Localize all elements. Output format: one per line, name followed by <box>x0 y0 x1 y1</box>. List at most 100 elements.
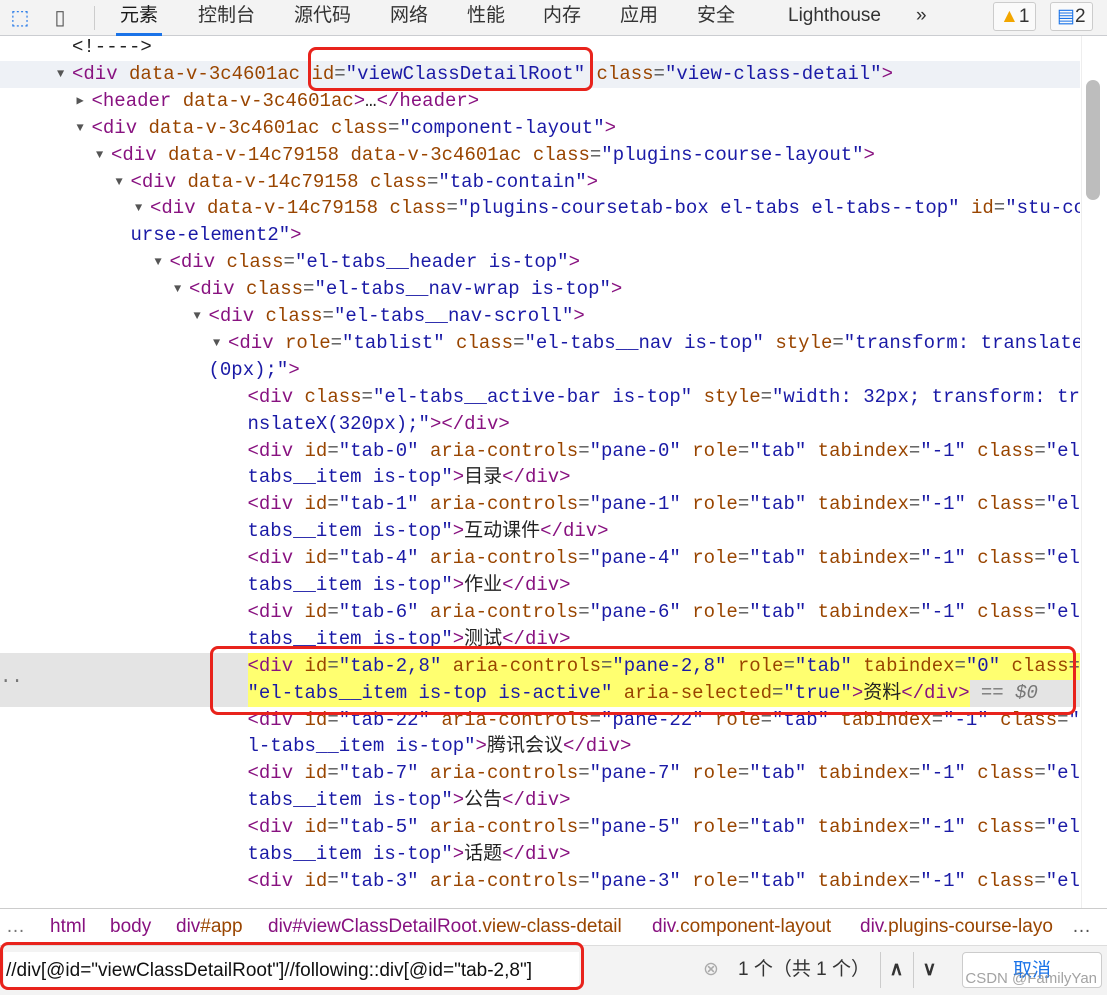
elements-tree[interactable]: <!----> ▼ <div data-v-3c4601ac id="viewCla… <box>0 36 1080 908</box>
markup-token: "tab-contain" <box>438 170 587 193</box>
breadcrumb-scroll-left[interactable]: … <box>6 909 25 945</box>
markup-token: aria-controls <box>441 654 601 677</box>
more-tabs-button[interactable]: » <box>912 0 931 36</box>
node-markup: <div class="el-tabs__header is-top"> <box>170 249 581 276</box>
markup-token: = <box>760 385 773 408</box>
markup-token: class <box>965 439 1035 462</box>
tab-2[interactable]: 源代码 <box>290 0 355 36</box>
dom-node-row[interactable]: ▼ <div data-v-3c4601ac class="component-l… <box>0 115 1080 142</box>
dom-node-row[interactable]: ▶ <header data-v-3c4601ac>…</header> <box>0 88 1080 115</box>
watermark: CSDN @FamilyYan <box>965 970 1097 987</box>
device-toolbar-icon[interactable]: ▯ <box>46 4 74 30</box>
markup-token: id <box>293 869 328 892</box>
tab-0[interactable]: 元素 <box>116 0 163 36</box>
dom-node-row[interactable]: l-tabs__item is-top">腾讯会议</div> <box>0 733 1080 760</box>
markup-token: id <box>293 762 328 785</box>
breadcrumb-selector: .view-class-detail <box>477 916 622 937</box>
tab-6[interactable]: 应用 <box>616 0 662 36</box>
markup-token: = <box>327 762 339 785</box>
dom-node-row[interactable]: <div id="tab-4" aria-controls="pane-4" r… <box>0 545 1081 572</box>
collapse-triangle-icon[interactable]: ▼ <box>96 142 103 169</box>
breadcrumb-item[interactable]: html <box>50 909 86 945</box>
dom-node-row[interactable]: tabs__item is-top">互动课件</div> <box>0 518 1080 545</box>
collapse-triangle-icon[interactable]: ▼ <box>135 195 142 222</box>
gutter-dots[interactable]: ·· <box>0 668 23 695</box>
breadcrumb-scroll-right[interactable]: … <box>1072 909 1091 945</box>
breadcrumb-item[interactable]: div#viewClassDetailRoot.view-class-detai… <box>268 909 622 945</box>
clear-search-icon[interactable]: ⊗ <box>703 952 719 988</box>
dom-node-row[interactable]: ▼ <div data-v-14c79158 class="plugins-cou… <box>0 195 1080 222</box>
collapse-triangle-icon[interactable]: ▼ <box>174 276 181 303</box>
dom-node-row[interactable]: <div id="tab-3" aria-controls="pane-3" r… <box>0 868 1081 895</box>
selected-node-row[interactable]: "el-tabs__item is-top is-active" aria-se… <box>0 670 1080 707</box>
dom-node-row[interactable]: <div id="tab-6" aria-controls="pane-6" r… <box>0 599 1081 626</box>
collapse-triangle-icon[interactable]: ▼ <box>194 303 201 330</box>
markup-token: "-1" <box>943 708 989 731</box>
collapse-triangle-icon[interactable]: ▼ <box>116 169 123 196</box>
warnings-badge[interactable]: ▲1 <box>993 2 1037 31</box>
markup-token: = <box>772 681 784 704</box>
dom-node-row[interactable]: (0px);"> <box>0 357 1080 384</box>
node-markup: tabs__item is-top">作业</div> <box>248 572 571 599</box>
markup-token: tabindex <box>829 708 932 731</box>
dom-node-row[interactable]: <div id="tab-0" aria-controls="pane-0" r… <box>0 438 1081 465</box>
collapse-triangle-icon[interactable]: ▼ <box>77 115 84 142</box>
markup-token: class <box>215 251 284 274</box>
inspect-element-icon[interactable]: ⬚ <box>6 4 34 30</box>
dom-node-row[interactable]: tabs__item is-top">公告</div> <box>0 787 1080 814</box>
expand-triangle-icon[interactable]: ▶ <box>77 88 84 115</box>
markup-token: "pane-5" <box>589 816 681 839</box>
search-input[interactable] <box>4 952 579 990</box>
markup-token: <div <box>247 600 294 623</box>
scrollbar[interactable] <box>1081 36 1107 908</box>
dom-node-row[interactable]: <div id="tab-22" aria-controls="pane-22"… <box>0 707 1081 734</box>
dom-node-row[interactable]: <!----> <box>0 36 1080 61</box>
markup-token: = <box>578 439 590 462</box>
dom-node-row[interactable]: ▼ <div class="el-tabs__nav-wrap is-top"> <box>0 276 1080 303</box>
dom-node-row[interactable]: <div class="el-tabs__active-bar is-top" … <box>0 384 1081 411</box>
markup-token: = <box>908 493 921 516</box>
breadcrumb-item[interactable]: div.component-layout <box>652 909 831 945</box>
collapse-triangle-icon[interactable]: ▼ <box>155 249 162 276</box>
next-match-button[interactable]: ∨ <box>913 952 945 988</box>
markup-token: "tab" <box>749 493 807 516</box>
selected-node-row[interactable]: <div id="tab-2,8" aria-controls="pane-2,… <box>0 652 1080 680</box>
dom-node-row[interactable]: <div id="tab-5" aria-controls="pane-5" r… <box>0 814 1081 841</box>
markup-token: = <box>908 762 921 785</box>
tab-1[interactable]: 控制台 <box>194 0 259 36</box>
scrollbar-thumb[interactable] <box>1086 80 1100 200</box>
dom-node-row[interactable]: <div id="tab-1" aria-controls="pane-1" r… <box>0 491 1081 518</box>
dom-node-row[interactable]: ▼ <div class="el-tabs__header is-top"> <box>0 249 1080 276</box>
dom-node-row[interactable]: ▼ <div data-v-14c79158 data-v-3c4601ac cl… <box>0 142 1080 169</box>
dom-node-row[interactable]: ▼ <div role="tablist" class="el-tabs__nav… <box>0 330 1080 357</box>
messages-badge[interactable]: ▤2 <box>1050 2 1093 31</box>
collapse-triangle-icon[interactable]: ▼ <box>57 61 64 88</box>
dom-node-row[interactable]: tabs__item is-top">作业</div> <box>0 572 1080 599</box>
markup-token: = <box>330 331 343 354</box>
dom-node-row[interactable]: ▼ <div data-v-14c79158 class="tab-contain… <box>0 169 1080 196</box>
dom-node-row[interactable]: ▼ <div data-v-3c4601ac id="viewClassDetai… <box>0 60 1080 88</box>
markup-token: <div <box>111 143 157 166</box>
tab-lighthouse[interactable]: Lighthouse <box>784 0 885 36</box>
breadcrumb-item[interactable]: div#app <box>176 909 243 945</box>
dom-node-row[interactable]: tabs__item is-top">话题</div> <box>0 841 1080 868</box>
markup-token: "tab-22" <box>338 708 430 731</box>
dom-node-row[interactable]: <div id="tab-7" aria-controls="pane-7" r… <box>0 760 1081 787</box>
markup-token: = <box>578 869 590 892</box>
tab-3[interactable]: 网络 <box>386 0 432 36</box>
node-markup: "el-tabs__item is-top is-active" aria-se… <box>247 679 970 707</box>
dom-node-row[interactable]: urse-element2"> <box>0 222 1080 249</box>
dom-node-row[interactable]: ▼ <div class="el-tabs__nav-scroll"> <box>0 303 1080 330</box>
previous-match-button[interactable]: ∧ <box>880 952 912 988</box>
tab-5[interactable]: 内存 <box>539 0 585 36</box>
dom-node-row[interactable]: nslateX(320px);"></div> <box>0 411 1080 438</box>
tab-4[interactable]: 性能 <box>463 0 509 36</box>
breadcrumb-item[interactable]: body <box>110 909 151 945</box>
collapse-triangle-icon[interactable]: ▼ <box>213 330 220 357</box>
dom-node-row[interactable]: tabs__item is-top">目录</div> <box>0 464 1080 491</box>
tab-7[interactable]: 安全 <box>693 0 739 36</box>
breadcrumb-item[interactable]: div.plugins-course-layo <box>860 909 1053 945</box>
markup-token: class <box>965 547 1035 570</box>
markup-token: role <box>680 493 738 516</box>
dom-node-row[interactable]: tabs__item is-top">测试</div> <box>0 626 1080 653</box>
